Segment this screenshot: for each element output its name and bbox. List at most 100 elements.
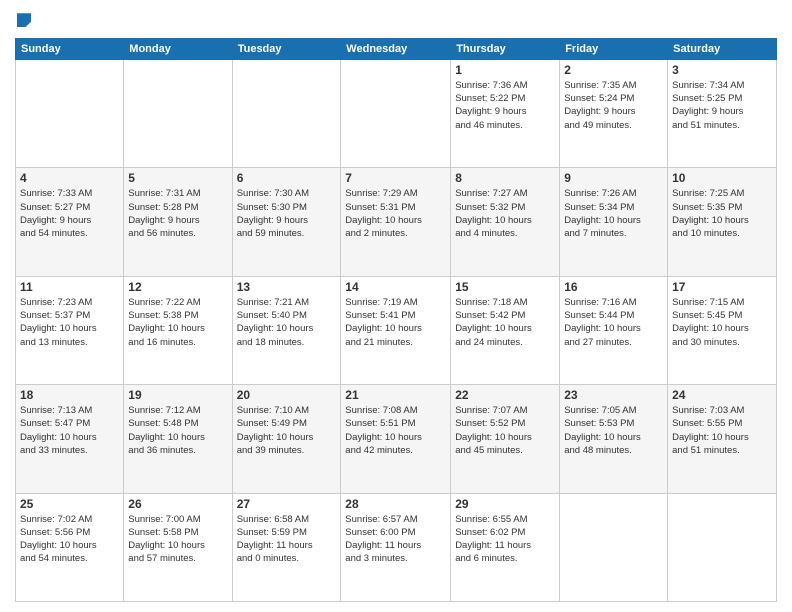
day-number: 17 — [672, 280, 772, 294]
col-header-sunday: Sunday — [16, 38, 124, 59]
day-number: 24 — [672, 388, 772, 402]
day-cell: 20 Sunrise: 7:10 AM Sunset: 5:49 PM Dayli… — [232, 385, 341, 493]
day-info: Sunrise: 7:00 AM Sunset: 5:58 PM Dayligh… — [128, 513, 227, 566]
day-cell: 15Sunrise: 7:18 AM Sunset: 5:42 PM Dayli… — [451, 276, 560, 384]
day-number: 9 — [564, 171, 663, 185]
day-cell: 9 Sunrise: 7:26 AM Sunset: 5:34 PM Daylig… — [560, 168, 668, 276]
week-row-4: 18 Sunrise: 7:13 AM Sunset: 5:47 PM Dayli… — [16, 385, 777, 493]
day-info: Sunrise: 7:30 AM Sunset: 5:30 PM Dayligh… — [237, 187, 337, 240]
col-header-thursday: Thursday — [451, 38, 560, 59]
day-info: Sunrise: 7:29 AM Sunset: 5:31 PM Dayligh… — [345, 187, 446, 240]
day-cell: 23 Sunrise: 7:05 AM Sunset: 5:53 PM Dayli… — [560, 385, 668, 493]
day-cell: 24 Sunrise: 7:03 AM Sunset: 5:55 PM Dayli… — [668, 385, 777, 493]
day-number: 13 — [237, 280, 337, 294]
day-number: 12 — [128, 280, 227, 294]
day-cell: 5 Sunrise: 7:31 AM Sunset: 5:28 PM Daylig… — [124, 168, 232, 276]
day-number: 25 — [20, 497, 119, 511]
day-cell — [668, 493, 777, 601]
day-cell — [124, 59, 232, 167]
day-cell — [341, 59, 451, 167]
day-cell: 26 Sunrise: 7:00 AM Sunset: 5:58 PM Dayli… — [124, 493, 232, 601]
day-number: 29 — [455, 497, 555, 511]
day-number: 11 — [20, 280, 119, 294]
day-info: Sunrise: 7:31 AM Sunset: 5:28 PM Dayligh… — [128, 187, 227, 240]
day-number: 14 — [345, 280, 446, 294]
logo-icon — [17, 13, 31, 27]
day-info: Sunrise: 7:16 AM Sunset: 5:44 PM Dayligh… — [564, 296, 663, 349]
day-info: Sunrise: 7:05 AM Sunset: 5:53 PM Dayligh… — [564, 404, 663, 457]
day-cell: 19Sunrise: 7:12 AM Sunset: 5:48 PM Dayli… — [124, 385, 232, 493]
day-cell: 7 Sunrise: 7:29 AM Sunset: 5:31 PM Daylig… — [341, 168, 451, 276]
day-cell: 12 Sunrise: 7:22 AM Sunset: 5:38 PM Dayli… — [124, 276, 232, 384]
day-info: Sunrise: 7:34 AM Sunset: 5:25 PM Dayligh… — [672, 79, 772, 132]
day-cell: 11 Sunrise: 7:23 AM Sunset: 5:37 PM Dayli… — [16, 276, 124, 384]
day-info: Sunrise: 7:27 AM Sunset: 5:32 PM Dayligh… — [455, 187, 555, 240]
day-info: Sunrise: 6:57 AM Sunset: 6:00 PM Dayligh… — [345, 513, 446, 566]
day-cell: 10Sunrise: 7:25 AM Sunset: 5:35 PM Dayli… — [668, 168, 777, 276]
day-number: 23 — [564, 388, 663, 402]
day-cell: 28 Sunrise: 6:57 AM Sunset: 6:00 PM Dayli… — [341, 493, 451, 601]
calendar-table: SundayMondayTuesdayWednesdayThursdayFrid… — [15, 38, 777, 602]
day-cell: 29 Sunrise: 6:55 AM Sunset: 6:02 PM Dayli… — [451, 493, 560, 601]
day-info: Sunrise: 7:22 AM Sunset: 5:38 PM Dayligh… — [128, 296, 227, 349]
day-cell: 8 Sunrise: 7:27 AM Sunset: 5:32 PM Daylig… — [451, 168, 560, 276]
day-number: 3 — [672, 63, 772, 77]
col-header-friday: Friday — [560, 38, 668, 59]
day-number: 7 — [345, 171, 446, 185]
day-number: 27 — [237, 497, 337, 511]
day-cell: 3 Sunrise: 7:34 AM Sunset: 5:25 PM Daylig… — [668, 59, 777, 167]
day-cell: 21 Sunrise: 7:08 AM Sunset: 5:51 PM Dayli… — [341, 385, 451, 493]
calendar-header-row: SundayMondayTuesdayWednesdayThursdayFrid… — [16, 38, 777, 59]
day-cell: 25 Sunrise: 7:02 AM Sunset: 5:56 PM Dayli… — [16, 493, 124, 601]
day-info: Sunrise: 7:13 AM Sunset: 5:47 PM Dayligh… — [20, 404, 119, 457]
calendar-page: SundayMondayTuesdayWednesdayThursdayFrid… — [0, 0, 792, 612]
day-info: Sunrise: 7:10 AM Sunset: 5:49 PM Dayligh… — [237, 404, 337, 457]
day-info: Sunrise: 7:18 AM Sunset: 5:42 PM Dayligh… — [455, 296, 555, 349]
day-info: Sunrise: 6:58 AM Sunset: 5:59 PM Dayligh… — [237, 513, 337, 566]
day-number: 21 — [345, 388, 446, 402]
day-number: 16 — [564, 280, 663, 294]
day-cell — [16, 59, 124, 167]
day-cell: 1 Sunrise: 7:36 AM Sunset: 5:22 PM Daylig… — [451, 59, 560, 167]
day-number: 28 — [345, 497, 446, 511]
day-info: Sunrise: 7:36 AM Sunset: 5:22 PM Dayligh… — [455, 79, 555, 132]
logo-text — [15, 10, 31, 30]
day-cell: 6 Sunrise: 7:30 AM Sunset: 5:30 PM Daylig… — [232, 168, 341, 276]
day-info: Sunrise: 7:26 AM Sunset: 5:34 PM Dayligh… — [564, 187, 663, 240]
day-number: 6 — [237, 171, 337, 185]
day-number: 1 — [455, 63, 555, 77]
day-info: Sunrise: 7:23 AM Sunset: 5:37 PM Dayligh… — [20, 296, 119, 349]
day-info: Sunrise: 7:12 AM Sunset: 5:48 PM Dayligh… — [128, 404, 227, 457]
day-cell: 18 Sunrise: 7:13 AM Sunset: 5:47 PM Dayli… — [16, 385, 124, 493]
day-number: 18 — [20, 388, 119, 402]
day-cell: 14 Sunrise: 7:19 AM Sunset: 5:41 PM Dayli… — [341, 276, 451, 384]
day-info: Sunrise: 7:33 AM Sunset: 5:27 PM Dayligh… — [20, 187, 119, 240]
day-info: Sunrise: 7:21 AM Sunset: 5:40 PM Dayligh… — [237, 296, 337, 349]
day-cell — [560, 493, 668, 601]
day-number: 10 — [672, 171, 772, 185]
day-cell: 16 Sunrise: 7:16 AM Sunset: 5:44 PM Dayli… — [560, 276, 668, 384]
day-number: 26 — [128, 497, 227, 511]
day-number: 20 — [237, 388, 337, 402]
day-number: 2 — [564, 63, 663, 77]
day-info: Sunrise: 6:55 AM Sunset: 6:02 PM Dayligh… — [455, 513, 555, 566]
day-info: Sunrise: 7:15 AM Sunset: 5:45 PM Dayligh… — [672, 296, 772, 349]
day-cell: 17 Sunrise: 7:15 AM Sunset: 5:45 PM Dayli… — [668, 276, 777, 384]
day-cell: 4 Sunrise: 7:33 AM Sunset: 5:27 PM Daylig… — [16, 168, 124, 276]
page-header — [15, 10, 777, 30]
day-info: Sunrise: 7:02 AM Sunset: 5:56 PM Dayligh… — [20, 513, 119, 566]
col-header-wednesday: Wednesday — [341, 38, 451, 59]
day-info: Sunrise: 7:08 AM Sunset: 5:51 PM Dayligh… — [345, 404, 446, 457]
col-header-tuesday: Tuesday — [232, 38, 341, 59]
day-cell: 13 Sunrise: 7:21 AM Sunset: 5:40 PM Dayli… — [232, 276, 341, 384]
day-cell — [232, 59, 341, 167]
day-info: Sunrise: 7:07 AM Sunset: 5:52 PM Dayligh… — [455, 404, 555, 457]
day-number: 5 — [128, 171, 227, 185]
day-number: 8 — [455, 171, 555, 185]
day-cell: 22Sunrise: 7:07 AM Sunset: 5:52 PM Dayli… — [451, 385, 560, 493]
day-info: Sunrise: 7:03 AM Sunset: 5:55 PM Dayligh… — [672, 404, 772, 457]
day-info: Sunrise: 7:19 AM Sunset: 5:41 PM Dayligh… — [345, 296, 446, 349]
day-info: Sunrise: 7:35 AM Sunset: 5:24 PM Dayligh… — [564, 79, 663, 132]
col-header-monday: Monday — [124, 38, 232, 59]
day-number: 4 — [20, 171, 119, 185]
